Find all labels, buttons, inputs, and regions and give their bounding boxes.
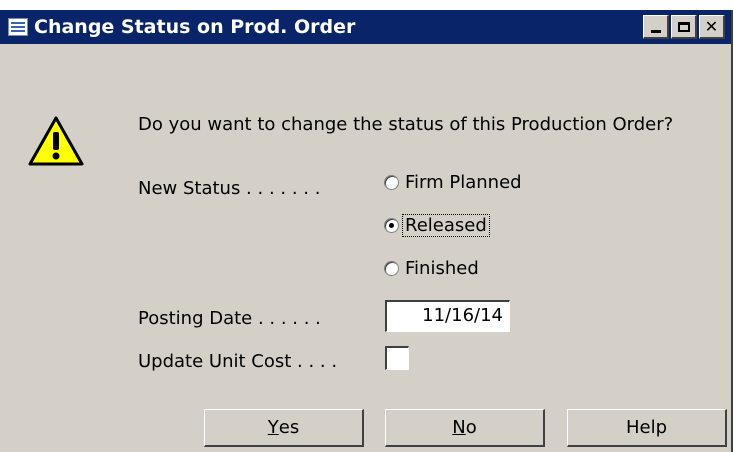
- window-controls: ✕: [641, 15, 725, 39]
- warning-icon: [28, 116, 84, 166]
- radio-button-icon[interactable]: [384, 261, 399, 276]
- radio-label: Firm Planned: [405, 172, 522, 193]
- window-title: Change Status on Prod. Order: [34, 16, 356, 38]
- yes-label-rest: es: [278, 417, 300, 438]
- radio-firm-planned[interactable]: Firm Planned: [384, 172, 524, 193]
- yes-button[interactable]: Yes: [204, 409, 364, 447]
- background-strip: [0, 0, 733, 10]
- posting-date-label: Posting Date . . . . . .: [138, 308, 321, 329]
- help-button[interactable]: Help: [567, 409, 727, 447]
- maximize-button[interactable]: [671, 15, 697, 39]
- dialog-window: Change Status on Prod. Order ✕ Do you wa…: [0, 10, 733, 452]
- update-unit-cost-label: Update Unit Cost . . . .: [138, 351, 338, 372]
- no-label-rest: o: [465, 417, 477, 438]
- minimize-button[interactable]: [643, 15, 669, 39]
- radio-button-icon[interactable]: [384, 175, 399, 190]
- new-status-label: New Status . . . . . . .: [138, 178, 321, 199]
- radio-label: Released: [402, 214, 490, 237]
- yes-mnemonic: Y: [267, 417, 279, 438]
- no-button[interactable]: No: [385, 409, 545, 447]
- radio-finished[interactable]: Finished: [384, 258, 481, 279]
- title-bar[interactable]: Change Status on Prod. Order ✕: [0, 10, 731, 44]
- posting-date-field[interactable]: 11/16/14: [385, 300, 510, 332]
- no-mnemonic: N: [452, 417, 466, 438]
- maximize-icon: [677, 21, 690, 32]
- minimize-icon: [650, 30, 661, 33]
- confirmation-prompt: Do you want to change the status of this…: [138, 114, 674, 135]
- close-icon: ✕: [704, 17, 719, 36]
- close-button[interactable]: ✕: [699, 15, 725, 39]
- radio-button-selected-icon[interactable]: [384, 218, 399, 233]
- table-icon: [8, 18, 28, 36]
- update-unit-cost-checkbox[interactable]: [385, 346, 409, 370]
- radio-released[interactable]: Released: [384, 214, 490, 237]
- radio-label: Finished: [405, 258, 479, 279]
- help-label: Help: [625, 417, 668, 438]
